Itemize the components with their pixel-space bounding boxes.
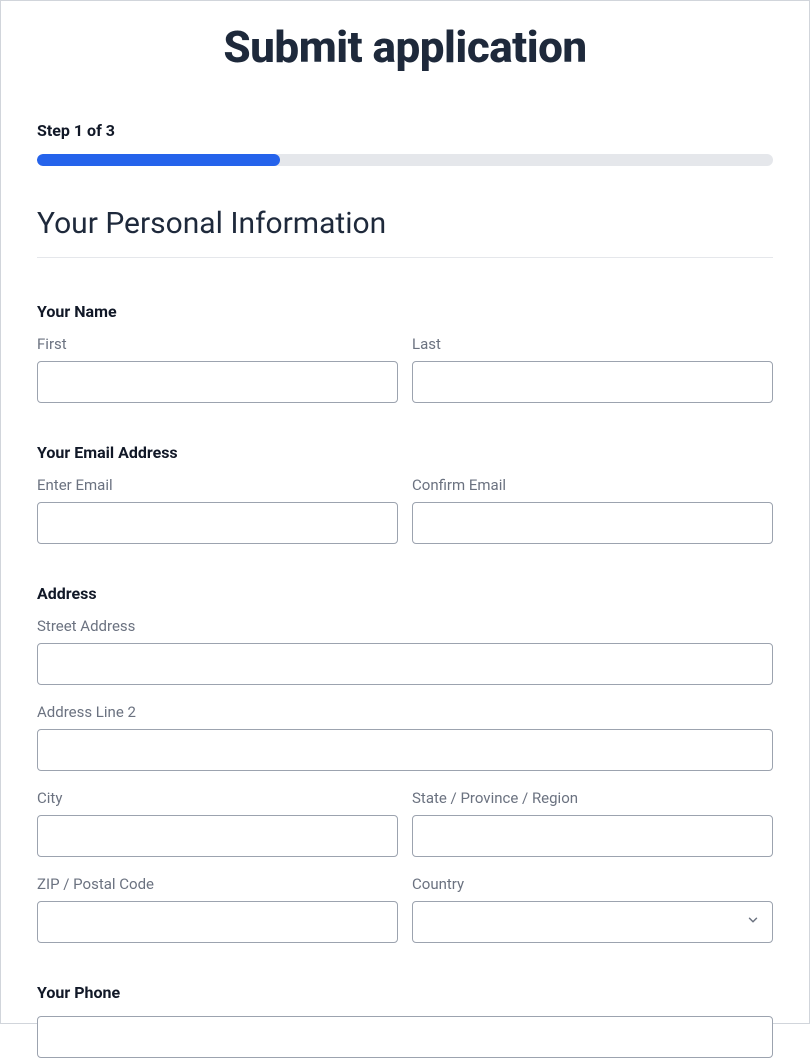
country-select[interactable] xyxy=(413,902,772,942)
street-address-input[interactable] xyxy=(37,643,773,685)
address-line2-input[interactable] xyxy=(37,729,773,771)
zip-label: ZIP / Postal Code xyxy=(37,875,398,893)
last-name-label: Last xyxy=(412,335,773,353)
address-group-label: Address xyxy=(37,584,773,603)
first-name-label: First xyxy=(37,335,398,353)
progress-fill xyxy=(37,154,280,166)
section-heading: Your Personal Information xyxy=(37,206,773,258)
street-address-label: Street Address xyxy=(37,617,773,635)
confirm-email-input[interactable] xyxy=(412,502,773,544)
state-label: State / Province / Region xyxy=(412,789,773,807)
first-name-input[interactable] xyxy=(37,361,398,403)
phone-group-label: Your Phone xyxy=(37,983,773,1002)
email-group-label: Your Email Address xyxy=(37,443,773,462)
confirm-email-label: Confirm Email xyxy=(412,476,773,494)
progress-bar xyxy=(37,154,773,166)
address-line2-label: Address Line 2 xyxy=(37,703,773,721)
enter-email-input[interactable] xyxy=(37,502,398,544)
phone-input[interactable] xyxy=(37,1016,773,1058)
page-title: Submit application xyxy=(37,21,773,73)
country-select-wrapper[interactable] xyxy=(412,901,773,943)
zip-input[interactable] xyxy=(37,901,398,943)
name-group-label: Your Name xyxy=(37,302,773,321)
last-name-input[interactable] xyxy=(412,361,773,403)
country-label: Country xyxy=(412,875,773,893)
step-indicator: Step 1 of 3 xyxy=(37,121,773,140)
enter-email-label: Enter Email xyxy=(37,476,398,494)
city-label: City xyxy=(37,789,398,807)
state-input[interactable] xyxy=(412,815,773,857)
city-input[interactable] xyxy=(37,815,398,857)
